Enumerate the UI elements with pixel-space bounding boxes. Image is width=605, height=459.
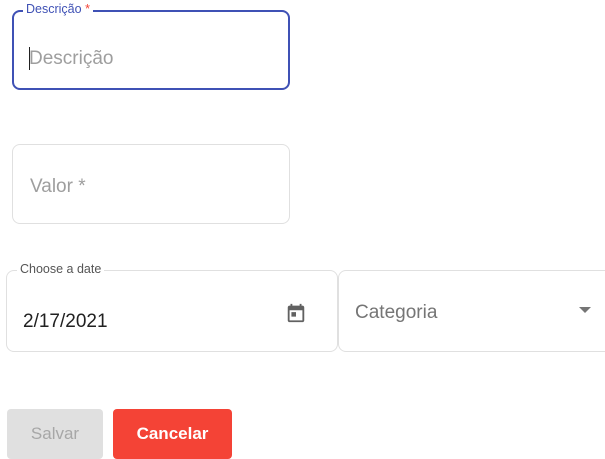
descricao-input[interactable]: Descrição bbox=[29, 48, 113, 70]
categoria-select[interactable]: Categoria bbox=[338, 270, 605, 352]
descricao-label-text: Descrição bbox=[26, 2, 82, 16]
dropdown-arrow-icon[interactable] bbox=[579, 307, 591, 313]
valor-field[interactable]: Valor * bbox=[12, 144, 290, 224]
cancel-button[interactable]: Cancelar bbox=[113, 409, 232, 459]
calendar-icon[interactable] bbox=[285, 302, 307, 324]
save-button[interactable]: Salvar bbox=[7, 409, 103, 459]
categoria-placeholder: Categoria bbox=[355, 302, 438, 323]
valor-input[interactable]: Valor * bbox=[30, 176, 86, 198]
descricao-label: Descrição * bbox=[23, 1, 93, 17]
date-label: Choose a date bbox=[17, 261, 105, 277]
required-asterisk: * bbox=[85, 2, 90, 16]
date-input[interactable]: 2/17/2021 bbox=[23, 311, 108, 333]
descricao-field[interactable]: Descrição * Descrição bbox=[12, 1, 290, 90]
transaction-form: Descrição * Descrição Valor * Choose a d… bbox=[0, 0, 605, 459]
date-field[interactable]: Choose a date 2/17/2021 bbox=[6, 261, 338, 352]
